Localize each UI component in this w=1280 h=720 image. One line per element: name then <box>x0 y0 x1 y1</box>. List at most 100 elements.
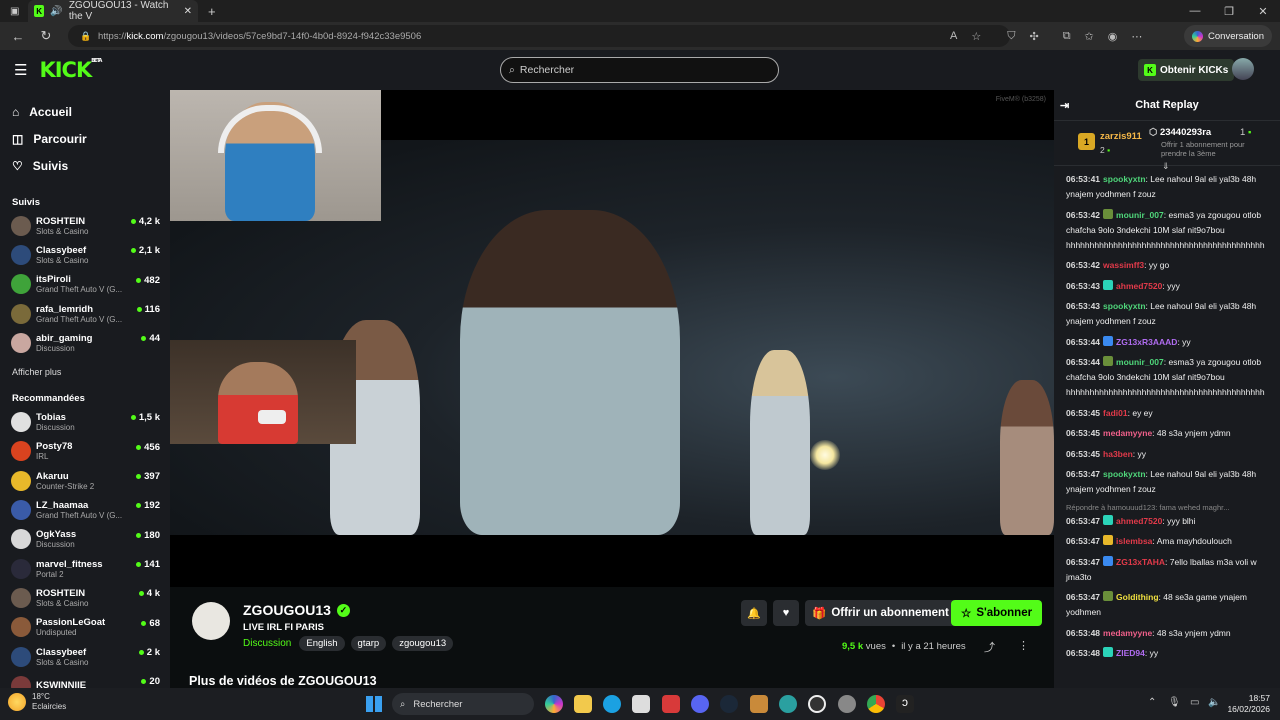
sidebar-channel[interactable]: PassionLeGoat Undisputed 68 <box>0 613 170 642</box>
discord-icon[interactable] <box>691 695 709 713</box>
tag-chip[interactable]: gtarp <box>350 636 387 651</box>
shield-icon[interactable]: ⛉ <box>1007 30 1015 43</box>
expand-arrow-icon[interactable]: ⇓ <box>1162 161 1170 172</box>
collapse-chat-icon[interactable]: ⇥ <box>1060 99 1069 112</box>
sidebar-item-following[interactable]: ♡ Suivis <box>0 152 170 179</box>
show-more-link[interactable]: Afficher plus <box>0 361 170 383</box>
profile-icon[interactable]: ◉ <box>1108 30 1118 43</box>
gift-subscription-button[interactable]: 🎁 Offrir un abonnement <box>805 600 956 626</box>
sidebar-channel[interactable]: Classybeef Slots & Casino 2,1 k <box>0 240 170 269</box>
sidebar-channel[interactable]: ROSHTEIN Slots & Casino 4,2 k <box>0 211 170 240</box>
close-window-icon[interactable]: ✕ <box>1246 5 1280 18</box>
message-username[interactable]: spookyxtn <box>1103 469 1146 479</box>
app-icon[interactable] <box>779 695 797 713</box>
copilot-app-icon[interactable] <box>545 695 563 713</box>
obtain-kicks-button[interactable]: K Obtenir KICKs <box>1138 59 1235 81</box>
sidebar-channel[interactable]: itsPiroli Grand Theft Auto V (G... 482 <box>0 270 170 299</box>
tag-chip[interactable]: zgougou13 <box>392 636 454 651</box>
subscribe-button[interactable]: ☆ S'abonner <box>951 600 1043 626</box>
obs-icon[interactable] <box>808 695 826 713</box>
taskbar-search[interactable]: ⌕ Rechercher <box>392 693 534 715</box>
minimize-icon[interactable]: — <box>1178 5 1212 17</box>
chrome-icon[interactable] <box>867 695 885 713</box>
second-gifter-name[interactable]: ⬡ 23440293ra <box>1149 127 1211 138</box>
split-icon[interactable]: ⧉ <box>1063 30 1071 43</box>
top-gifter-name[interactable]: zarzis911 <box>1100 131 1142 142</box>
sidebar-channel[interactable]: OgkYass Discussion 180 <box>0 525 170 554</box>
category-link[interactable]: Discussion <box>243 638 291 649</box>
sidebar-channel[interactable]: Akaruu Counter-Strike 2 397 <box>0 466 170 495</box>
message-username[interactable]: ahmed7520 <box>1116 281 1162 291</box>
notification-bell-button[interactable]: 🔔 <box>741 600 767 626</box>
app-icon[interactable] <box>662 695 680 713</box>
steam-icon[interactable] <box>720 695 738 713</box>
kick-logo[interactable]: KICKBETA <box>39 58 102 82</box>
message-username[interactable]: ZIED94 <box>1116 648 1145 658</box>
gift-offer-text[interactable]: Offrir 1 abonnement pour prendre la 3ème <box>1161 140 1261 158</box>
microphone-icon[interactable]: 🎙 <box>1168 697 1181 708</box>
clock[interactable]: 18:57 16/02/2026 <box>1227 693 1270 715</box>
message-username[interactable]: fadi01 <box>1103 408 1128 418</box>
message-username[interactable]: mounir_007 <box>1116 210 1164 220</box>
message-username[interactable]: spookyxtn <box>1103 301 1146 311</box>
network-icon[interactable]: ▭ <box>1190 697 1199 708</box>
read-aloud-icon[interactable]: A <box>950 30 957 42</box>
file-explorer-icon[interactable] <box>574 695 592 713</box>
weather-widget[interactable]: 18°C Eclaircies <box>8 692 66 712</box>
share-icon[interactable]: ⤴ <box>984 639 995 655</box>
streamer-avatar[interactable] <box>192 602 230 640</box>
chevron-up-icon[interactable]: ⌃ <box>1148 697 1156 708</box>
reload-icon[interactable]: ↻ <box>32 28 60 44</box>
volume-icon[interactable]: 🔈 <box>1208 697 1220 708</box>
restore-icon[interactable]: ❐ <box>1212 5 1246 18</box>
sidebar-channel[interactable]: ROSHTEIN Slots & Casino 4 k <box>0 583 170 612</box>
sidebar-channel[interactable]: marvel_fitness Portal 2 141 <box>0 554 170 583</box>
message-username[interactable]: mounir_007 <box>1116 357 1164 367</box>
start-icon[interactable] <box>366 696 382 712</box>
close-tab-icon[interactable]: ✕ <box>184 6 192 17</box>
message-username[interactable]: ahmed7520 <box>1116 516 1162 526</box>
extensions-icon[interactable]: ✣ <box>1029 30 1038 43</box>
edge-icon[interactable] <box>603 695 621 713</box>
sidebar-item-home[interactable]: ⌂ Accueil <box>0 98 170 125</box>
new-tab-icon[interactable]: + <box>208 4 216 19</box>
favorite-star-icon[interactable]: ☆ <box>971 30 981 43</box>
more-menu-icon[interactable]: ⋯ <box>1131 30 1142 43</box>
message-username[interactable]: islembsa <box>1116 536 1152 546</box>
sidebar-channel[interactable]: abir_gaming Discussion 44 <box>0 328 170 357</box>
more-options-icon[interactable]: ⋮ <box>1018 639 1029 652</box>
message-username[interactable]: spookyxtn <box>1103 174 1146 184</box>
sidebar-channel[interactable]: KSWINNIIE 20 <box>0 671 170 688</box>
user-avatar[interactable] <box>1232 58 1254 80</box>
sidebar-channel[interactable]: LZ_haamaa Grand Theft Auto V (G... 192 <box>0 495 170 524</box>
app-icon[interactable] <box>750 695 768 713</box>
settings-icon[interactable] <box>838 695 856 713</box>
search-input[interactable]: ⌕ Rechercher <box>500 57 779 83</box>
menu-icon[interactable]: ☰ <box>14 61 27 79</box>
sidebar-channel[interactable]: Posty78 IRL 456 <box>0 437 170 466</box>
sidebar-channel[interactable]: Tobias Discussion 1,5 k <box>0 407 170 436</box>
speaker-icon[interactable]: 🔊 <box>50 6 62 17</box>
message-username[interactable]: Goldithing <box>1116 592 1159 602</box>
browser-tab[interactable]: K 🔊 ZGOUGOU13 - Watch the V ✕ <box>28 0 198 22</box>
sidebar-item-browse[interactable]: ◫ Parcourir <box>0 125 170 152</box>
reply-preview[interactable]: Répondre à hamouuud123: fama wehed maghr… <box>1066 503 1268 512</box>
back-icon[interactable]: ← <box>4 29 32 44</box>
tag-chip[interactable]: English <box>299 636 345 651</box>
window-menu-icon[interactable]: ▣ <box>10 6 19 17</box>
message-username[interactable]: wassimff3 <box>1103 260 1144 270</box>
message-username[interactable]: medamyyne <box>1103 428 1152 438</box>
sidebar-channel[interactable]: Classybeef Slots & Casino 2 k <box>0 642 170 671</box>
streamer-name[interactable]: ZGOUGOU13 ✓ <box>243 602 350 618</box>
message-username[interactable]: ZG13xTAHA <box>1116 557 1165 567</box>
favorites-icon[interactable]: ✩ <box>1085 30 1094 43</box>
message-username[interactable]: medamyyne <box>1103 628 1152 638</box>
message-username[interactable]: ZG13xR3AAAD <box>1116 337 1177 347</box>
conversation-button[interactable]: Conversation <box>1184 25 1272 47</box>
follow-heart-button[interactable]: ♥ <box>773 600 799 626</box>
url-field[interactable]: 🔒 https://kick.com/zgougou13/videos/57ce… <box>68 25 1010 47</box>
app-icon[interactable]: ↄ <box>896 695 914 713</box>
store-icon[interactable] <box>632 695 650 713</box>
video-player[interactable]: FiveM® (b3258) <box>170 90 1054 587</box>
sidebar-channel[interactable]: rafa_lemridh Grand Theft Auto V (G... 11… <box>0 299 170 328</box>
